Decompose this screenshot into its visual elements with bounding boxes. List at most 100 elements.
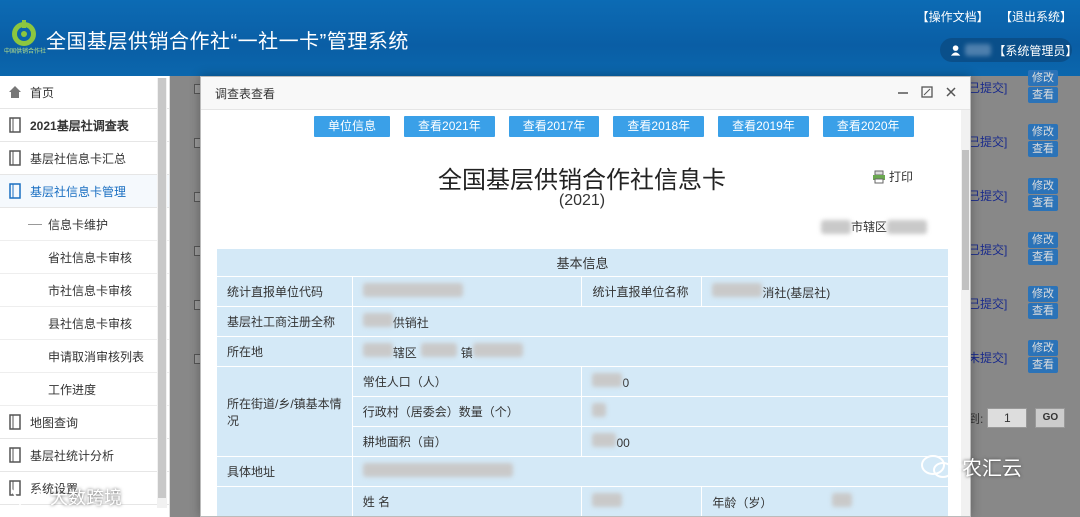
row-status: 已提交] xyxy=(968,81,1008,95)
village-count-label: 行政村（居委会）数量（个） xyxy=(351,396,583,427)
name-label: 统计直报单位名称 xyxy=(581,276,703,307)
sidebar-item-card-manage[interactable]: 基层社信息卡管理 xyxy=(0,175,169,208)
location-label: 所在地 xyxy=(216,336,353,367)
app-title: 全国基层供销合作社“一社一卡”管理系统 xyxy=(46,31,409,53)
sidebar-subitem-county-review[interactable]: 县社信息卡审核 xyxy=(0,307,169,340)
watermark-logo-icon xyxy=(11,489,45,507)
sidebar-item-stats[interactable]: 基层社统计分析 xyxy=(0,439,169,472)
book-open-icon xyxy=(9,183,21,199)
go-button[interactable]: GO xyxy=(1035,408,1066,428)
card-year: (2021) xyxy=(558,192,606,209)
home-icon xyxy=(9,86,21,98)
row-status: 已提交] xyxy=(968,243,1008,257)
book-icon xyxy=(9,447,21,463)
header-links: 【操作文档】 【退出系统】 xyxy=(909,8,1072,25)
sidebar-scrollbar[interactable] xyxy=(157,78,167,508)
view-button[interactable]: 查看 xyxy=(1028,303,1058,319)
print-label: 打印 xyxy=(889,170,914,184)
edit-button[interactable]: 修改 xyxy=(1028,340,1058,356)
minimize-icon[interactable] xyxy=(896,85,910,99)
sidebar: 首页 2021基层社调查表 基层社信息卡汇总 基层社信息卡管理 信息卡维护 省社… xyxy=(0,76,170,517)
code-value xyxy=(351,276,583,307)
pager: 到: 1 GO xyxy=(968,408,1066,428)
sidebar-item-label: 地图查询 xyxy=(30,415,79,430)
user-role: 【系统管理员】 xyxy=(993,43,1078,58)
basic-situation-label: 所在街道/乡/镇基本情况 xyxy=(216,366,353,457)
wechat-icon xyxy=(921,454,953,478)
edit-button[interactable]: 修改 xyxy=(1028,286,1058,302)
row-status: 已提交] xyxy=(968,135,1008,149)
person-name-label: 姓 名 xyxy=(351,486,583,516)
population-value: 0 xyxy=(581,366,949,397)
sidebar-subitem-progress[interactable]: 工作进度 xyxy=(0,373,169,406)
sidebar-subitem-cancel-list[interactable]: 申请取消审核列表 xyxy=(0,340,169,373)
user-icon xyxy=(950,45,961,56)
tab-2019[interactable]: 查看2019年 xyxy=(718,116,809,137)
tab-unit-info[interactable]: 单位信息 xyxy=(314,116,391,137)
tab-2021[interactable]: 查看2021年 xyxy=(404,116,495,137)
sidebar-item-label: 基层社信息卡管理 xyxy=(30,184,127,199)
location-value: 辖区镇 xyxy=(351,336,950,367)
tab-2017[interactable]: 查看2017年 xyxy=(508,116,600,137)
basic-info-table: 基本信息 统计直报单位代码 统计直报单位名称 消社(基层社) 基层社工商注册全称… xyxy=(216,248,950,516)
maximize-icon[interactable] xyxy=(920,85,934,99)
user-name-redacted xyxy=(965,44,992,56)
address-value xyxy=(351,456,950,487)
tab-2020[interactable]: 查看2020年 xyxy=(822,116,914,137)
sidebar-item-survey-2021[interactable]: 2021基层社调查表 xyxy=(0,109,169,142)
sidebar-subitem-city-review[interactable]: 市社信息卡审核 xyxy=(0,274,169,307)
reg-name-label: 基层社工商注册全称 xyxy=(216,306,353,337)
modal-header: 调查表查看 xyxy=(201,77,970,110)
name-value: 消社(基层社) xyxy=(701,276,949,307)
print-button[interactable]: 打印 xyxy=(872,168,913,185)
row-status: 未提交] xyxy=(968,351,1008,365)
view-button[interactable]: 查看 xyxy=(1028,141,1058,157)
code-label: 统计直报单位代码 xyxy=(216,276,353,307)
modal-title: 调查表查看 xyxy=(215,86,276,101)
year-tabs: 单位信息 查看2021年 查看2017年 查看2018年 查看2019年 查看2… xyxy=(314,116,914,137)
book-icon xyxy=(9,150,21,166)
sidebar-item-summary[interactable]: 基层社信息卡汇总 xyxy=(0,142,169,175)
farmland-label: 耕地面积（亩） xyxy=(351,426,583,457)
region-line: 市辖区 xyxy=(821,218,928,235)
watermark-right: 农汇云 xyxy=(920,452,1022,481)
close-icon[interactable] xyxy=(944,85,958,99)
sidebar-item-label: 2021基层社调查表 xyxy=(30,118,129,133)
app-header: 中国供销合作社 全国基层供销合作社“一社一卡”管理系统 【操作文档】 【退出系统… xyxy=(0,0,1080,76)
view-button[interactable]: 查看 xyxy=(1028,87,1058,103)
sidebar-subitem-province-review[interactable]: 省社信息卡审核 xyxy=(0,241,169,274)
farmland-value: 00 xyxy=(581,426,949,457)
sidebar-item-label: 基层社统计分析 xyxy=(30,448,115,463)
user-badge[interactable]: 【系统管理员】 xyxy=(940,38,1078,62)
row-status: 已提交] xyxy=(968,189,1008,203)
view-button[interactable]: 查看 xyxy=(1028,357,1058,373)
edit-button[interactable]: 修改 xyxy=(1028,232,1058,248)
book-icon xyxy=(9,414,21,430)
logout-link[interactable]: 【退出系统】 xyxy=(1000,10,1072,24)
view-button[interactable]: 查看 xyxy=(1028,249,1058,265)
population-label: 常住人口（人） xyxy=(351,366,583,397)
address-label: 具体地址 xyxy=(216,456,353,487)
page-input[interactable]: 1 xyxy=(987,408,1028,428)
survey-view-modal: 调查表查看 单位信息 查看2021年 查看2017年 查看2018年 查看201… xyxy=(200,76,971,517)
view-button[interactable]: 查看 xyxy=(1028,195,1058,211)
reg-name-value: 供销社 xyxy=(351,306,950,337)
edit-button[interactable]: 修改 xyxy=(1028,124,1058,140)
person-age-label: 年龄（岁） xyxy=(701,486,949,516)
row-status: 已提交] xyxy=(968,297,1008,311)
card-title: 全国基层供销合作社信息卡 xyxy=(438,166,726,194)
edit-button[interactable]: 修改 xyxy=(1028,178,1058,194)
sidebar-item-map[interactable]: 地图查询 xyxy=(0,406,169,439)
docs-link[interactable]: 【操作文档】 xyxy=(917,10,989,24)
sidebar-item-home[interactable]: 首页 xyxy=(0,76,169,109)
logo-caption: 中国供销合作社 xyxy=(4,49,47,55)
modal-body: 单位信息 查看2021年 查看2017年 查看2018年 查看2019年 查看2… xyxy=(201,110,963,516)
sidebar-item-label: 基层社信息卡汇总 xyxy=(30,151,127,166)
sidebar-subitem-maintain[interactable]: 信息卡维护 xyxy=(0,208,169,241)
book-icon xyxy=(9,117,21,133)
section-basic-info: 基本信息 xyxy=(216,248,949,277)
sidebar-item-label: 首页 xyxy=(30,85,55,100)
edit-button[interactable]: 修改 xyxy=(1028,70,1058,86)
village-count-value xyxy=(581,396,949,427)
tab-2018[interactable]: 查看2018年 xyxy=(613,116,705,137)
